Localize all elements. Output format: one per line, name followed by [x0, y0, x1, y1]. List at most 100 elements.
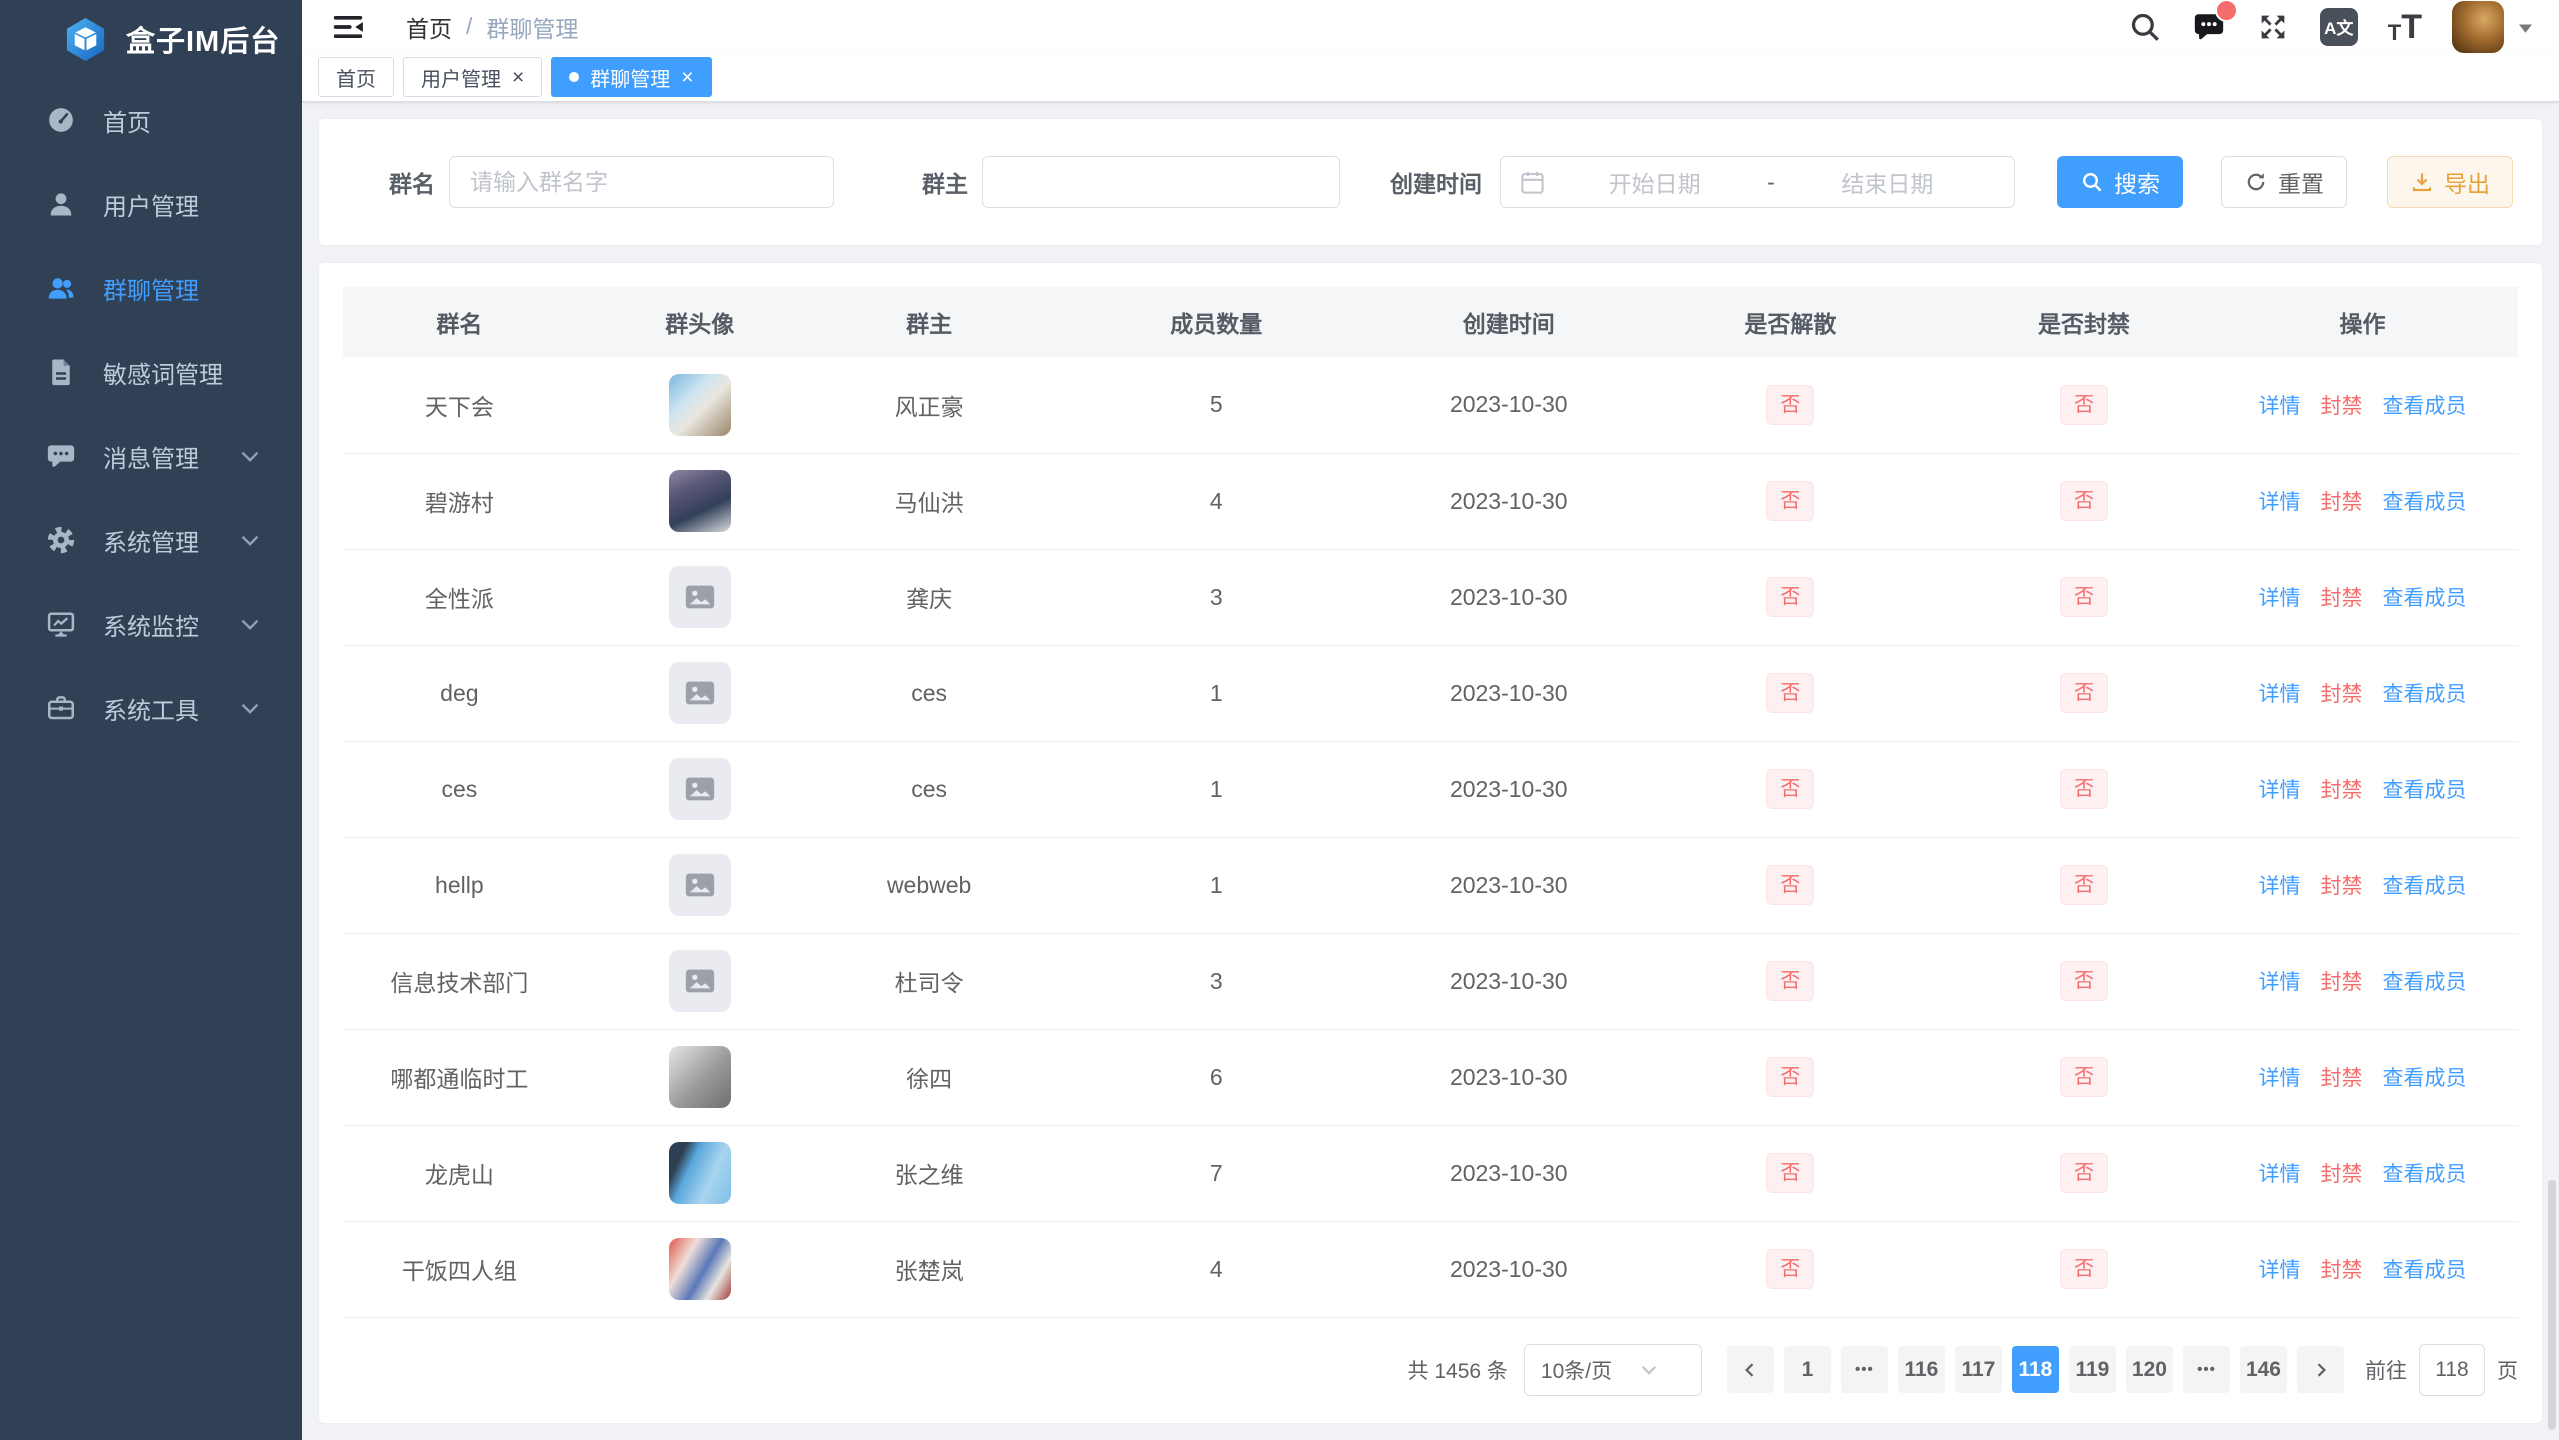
detail-link[interactable]: 详情 [2258, 587, 2300, 610]
view-members-link[interactable]: 查看成员 [2382, 395, 2466, 418]
sidebar-item-system-management[interactable]: 系统管理 [0, 498, 302, 582]
fullscreen-icon[interactable] [2256, 10, 2290, 44]
detail-link[interactable]: 详情 [2258, 1259, 2300, 1282]
sidebar-item-home[interactable]: 首页 [0, 78, 302, 162]
next-page-button[interactable] [2297, 1346, 2344, 1393]
ban-link[interactable]: 封禁 [2320, 683, 2362, 706]
table-column-header: 群名 [343, 287, 576, 357]
goto-page-input[interactable] [2419, 1344, 2485, 1396]
page-button-1[interactable]: 1 [1784, 1346, 1831, 1393]
ban-link[interactable]: 封禁 [2320, 1067, 2362, 1090]
banned-cell: 否 [1961, 645, 2207, 741]
message-icon[interactable] [2192, 10, 2226, 44]
group-avatar-image [669, 1238, 731, 1300]
detail-link[interactable]: 详情 [2258, 395, 2300, 418]
actions-cell: 详情封禁查看成员 [2207, 357, 2518, 453]
reset-button[interactable]: 重置 [2221, 156, 2347, 208]
group-owner-cell: 徐四 [824, 1029, 1035, 1125]
sidebar-item-group-chat-management[interactable]: 群聊管理 [0, 246, 302, 330]
group-name-input[interactable] [449, 156, 834, 208]
export-button[interactable]: 导出 [2387, 156, 2513, 208]
font-size-icon[interactable]: TT [2388, 10, 2422, 44]
end-date-placeholder[interactable]: 结束日期 [1779, 165, 1996, 199]
page-button-117[interactable]: 117 [1955, 1346, 2002, 1393]
ban-link[interactable]: 封禁 [2320, 875, 2362, 898]
prev-page-button[interactable] [1727, 1346, 1774, 1393]
view-members-link[interactable]: 查看成员 [2382, 587, 2466, 610]
banned-status-badge: 否 [2060, 865, 2108, 905]
ban-link[interactable]: 封禁 [2320, 1259, 2362, 1282]
member-count-cell: 7 [1035, 1125, 1398, 1221]
detail-link[interactable]: 详情 [2258, 875, 2300, 898]
sidebar-item-label: 用户管理 [103, 187, 262, 222]
group-owner-cell: 马仙洪 [824, 453, 1035, 549]
page-ellipsis[interactable]: ••• [1841, 1346, 1888, 1393]
member-count-cell: 1 [1035, 741, 1398, 837]
view-members-link[interactable]: 查看成员 [2382, 971, 2466, 994]
view-members-link[interactable]: 查看成员 [2382, 683, 2466, 706]
disbanded-cell: 否 [1620, 741, 1961, 837]
detail-link[interactable]: 详情 [2258, 779, 2300, 802]
ban-link[interactable]: 封禁 [2320, 491, 2362, 514]
sidebar-item-system-tools[interactable]: 系统工具 [0, 666, 302, 750]
ban-link[interactable]: 封禁 [2320, 395, 2362, 418]
detail-link[interactable]: 详情 [2258, 971, 2300, 994]
table-header-row: 群名群头像群主成员数量创建时间是否解散是否封禁操作 [343, 287, 2518, 357]
translate-icon[interactable]: A文 [2320, 8, 2358, 46]
ban-link[interactable]: 封禁 [2320, 1163, 2362, 1186]
reset-button-label: 重置 [2278, 165, 2324, 199]
disbanded-cell: 否 [1620, 933, 1961, 1029]
sidebar-item-user-management[interactable]: 用户管理 [0, 162, 302, 246]
view-members-link[interactable]: 查看成员 [2382, 1259, 2466, 1282]
sidebar-toggle-button[interactable] [330, 10, 366, 44]
search-icon[interactable] [2128, 10, 2162, 44]
sidebar-item-message-management[interactable]: 消息管理 [0, 414, 302, 498]
vertical-scrollbar-thumb[interactable] [2548, 1180, 2556, 1430]
tab-首页[interactable]: 首页 [318, 57, 394, 97]
user-menu[interactable] [2452, 1, 2533, 53]
created-time-cell: 2023-10-30 [1398, 645, 1620, 741]
group-owner-input[interactable] [982, 156, 1340, 208]
detail-link[interactable]: 详情 [2258, 491, 2300, 514]
page-button-146[interactable]: 146 [2240, 1346, 2287, 1393]
view-members-link[interactable]: 查看成员 [2382, 491, 2466, 514]
page-button-116[interactable]: 116 [1898, 1346, 1945, 1393]
view-members-link[interactable]: 查看成员 [2382, 1067, 2466, 1090]
sidebar-menu: 首页用户管理群聊管理敏感词管理消息管理系统管理系统监控系统工具 [0, 78, 302, 750]
filter-card: 群名 群主 创建时间 开始日期 - 结 [318, 118, 2543, 246]
detail-link[interactable]: 详情 [2258, 683, 2300, 706]
tab-用户管理[interactable]: 用户管理× [403, 57, 542, 97]
page-button-119[interactable]: 119 [2069, 1346, 2116, 1393]
sidebar-item-system-monitor[interactable]: 系统监控 [0, 582, 302, 666]
detail-link[interactable]: 详情 [2258, 1067, 2300, 1090]
created-time-cell: 2023-10-30 [1398, 741, 1620, 837]
chevron-down-icon [238, 528, 262, 552]
view-members-link[interactable]: 查看成员 [2382, 875, 2466, 898]
banned-cell: 否 [1961, 741, 2207, 837]
close-tab-icon[interactable]: × [681, 67, 693, 88]
start-date-placeholder[interactable]: 开始日期 [1546, 165, 1763, 199]
search-button[interactable]: 搜索 [2057, 156, 2183, 208]
detail-link[interactable]: 详情 [2258, 1163, 2300, 1186]
page-button-120[interactable]: 120 [2126, 1346, 2173, 1393]
page-size-select[interactable]: 10条/页 [1524, 1344, 1702, 1396]
tab-群聊管理[interactable]: 群聊管理× [551, 57, 711, 97]
page-size-value: 10条/页 [1541, 1355, 1613, 1385]
app-logo[interactable]: 盒子IM后台 [0, 0, 302, 78]
create-time-label: 创建时间 [1390, 165, 1482, 199]
close-tab-icon[interactable]: × [512, 67, 524, 88]
goto-page: 前往 页 [2365, 1344, 2518, 1396]
page-button-118[interactable]: 118 [2012, 1346, 2059, 1393]
page-ellipsis[interactable]: ••• [2183, 1346, 2230, 1393]
table-column-header: 操作 [2207, 287, 2518, 357]
sidebar-item-sensitive-words-management[interactable]: 敏感词管理 [0, 330, 302, 414]
ban-link[interactable]: 封禁 [2320, 779, 2362, 802]
ban-link[interactable]: 封禁 [2320, 971, 2362, 994]
view-members-link[interactable]: 查看成员 [2382, 779, 2466, 802]
gear-icon [46, 525, 76, 555]
view-members-link[interactable]: 查看成员 [2382, 1163, 2466, 1186]
breadcrumb-home[interactable]: 首页 [406, 10, 452, 44]
table-row: hellpwebweb12023-10-30否否详情封禁查看成员 [343, 837, 2518, 933]
create-time-range-picker[interactable]: 开始日期 - 结束日期 [1500, 156, 2015, 208]
ban-link[interactable]: 封禁 [2320, 587, 2362, 610]
